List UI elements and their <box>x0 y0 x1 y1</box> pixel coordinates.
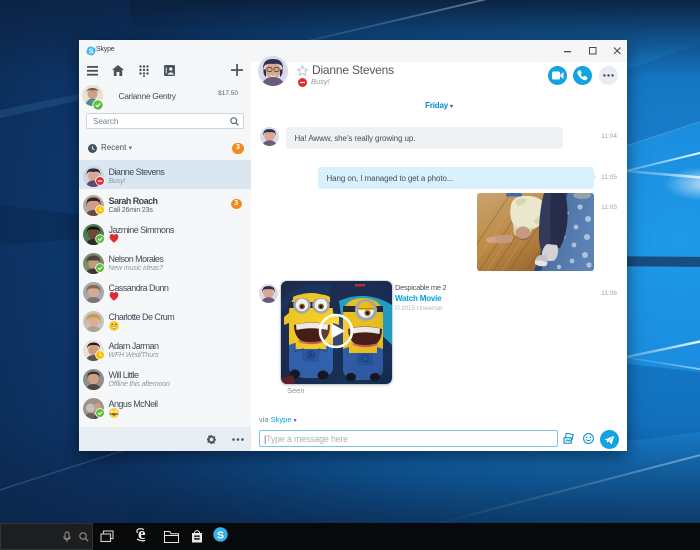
svg-text:S: S <box>88 48 93 55</box>
svg-text:S: S <box>217 529 224 541</box>
